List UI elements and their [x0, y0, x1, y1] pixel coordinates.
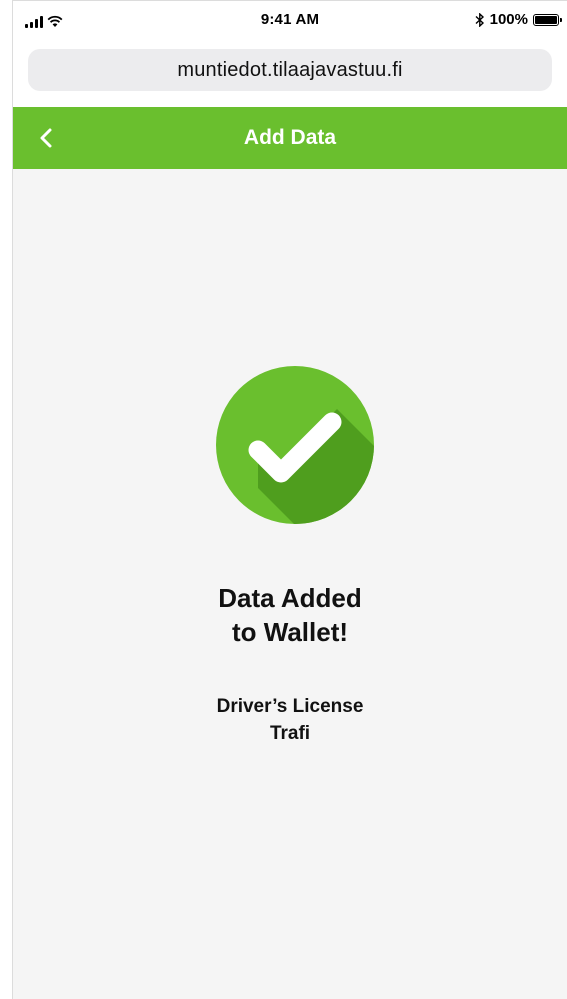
- battery-percent: 100%: [489, 11, 528, 28]
- phone-frame: 9:41 AM 100% muntiedot.tilaajavastuu.fi …: [12, 0, 567, 999]
- page-title: Add Data: [243, 126, 337, 149]
- added-item-details: Driver’s License Trafi: [13, 693, 567, 747]
- success-title: Data Added to Wallet!: [13, 581, 567, 649]
- url-bar[interactable]: muntiedot.tilaajavastuu.fi: [28, 49, 552, 91]
- status-right: 100%: [475, 11, 562, 28]
- url-text: muntiedot.tilaajavastuu.fi: [177, 58, 403, 81]
- success-title-line2: to Wallet!: [231, 617, 349, 647]
- battery-icon: [533, 13, 562, 26]
- status-bar: 9:41 AM 100%: [13, 1, 567, 41]
- success-title-line1: Data Added: [218, 583, 362, 613]
- app-header: Add Data: [13, 107, 567, 169]
- bluetooth-icon: [475, 12, 484, 27]
- main-content: Data Added to Wallet! Driver’s License T…: [13, 169, 567, 999]
- item-issuer: Trafi: [269, 723, 311, 744]
- checkmark-circle-icon: [215, 365, 375, 525]
- browser-chrome: 9:41 AM 100% muntiedot.tilaajavastuu.fi: [13, 1, 567, 107]
- item-name: Driver’s License: [216, 696, 364, 717]
